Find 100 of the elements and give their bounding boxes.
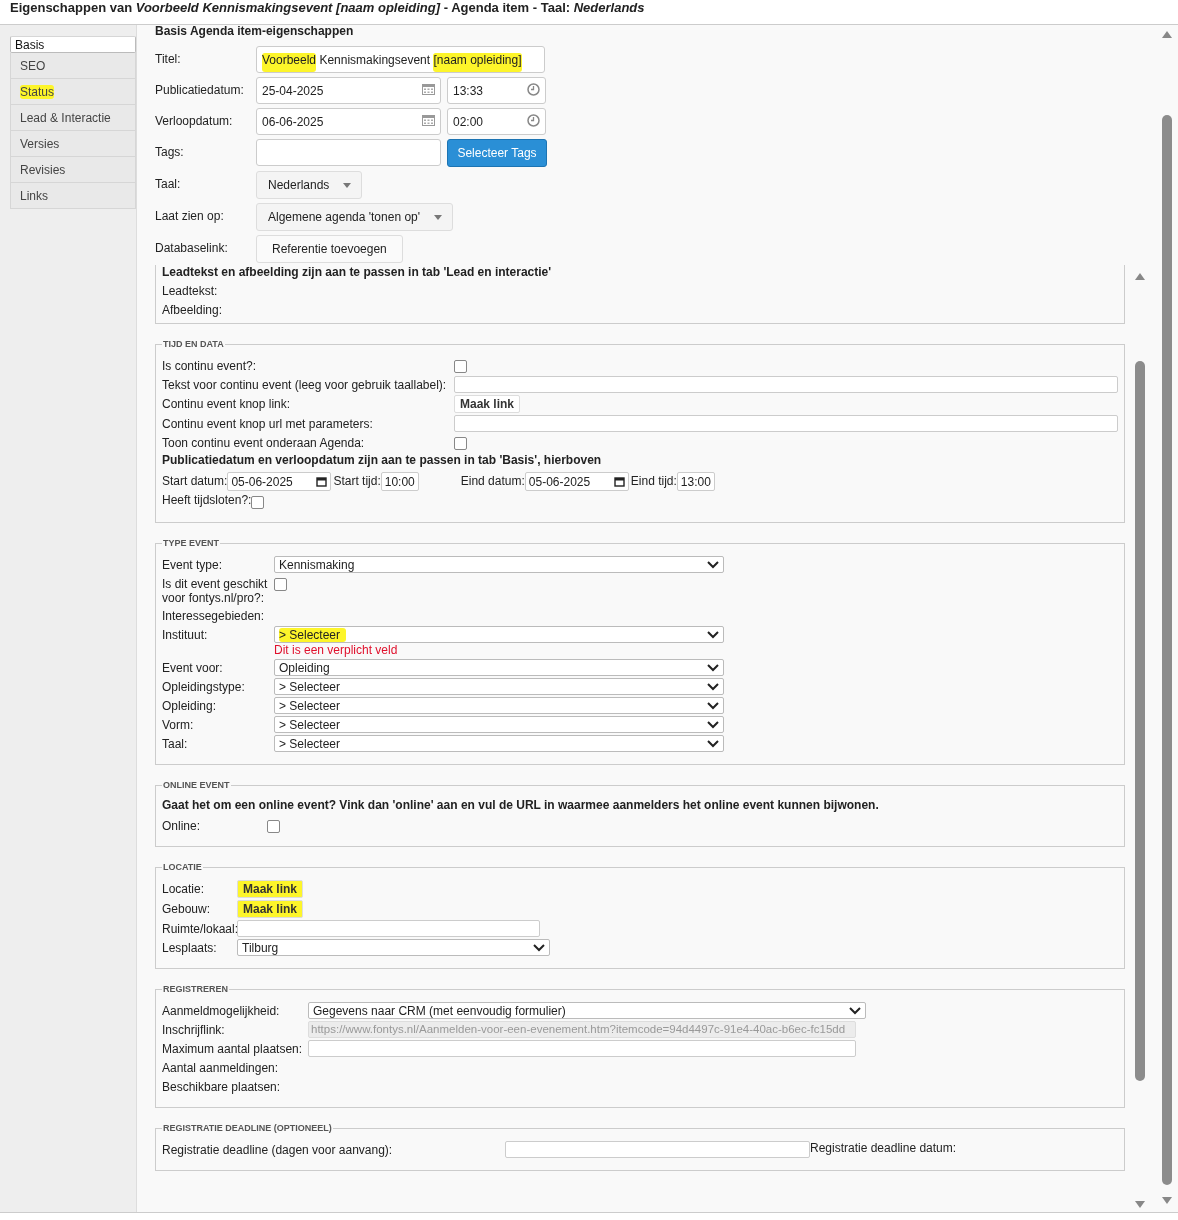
- time-field[interactable]: 13:00: [676, 472, 715, 491]
- section-legend: LOCATIE: [162, 862, 203, 872]
- section-legend: REGISTRATIE DEADLINE (OPTIONEEL): [162, 1123, 333, 1133]
- scroll-up-icon[interactable]: [1135, 273, 1145, 280]
- field-label: Opleiding:: [162, 698, 218, 713]
- field-label: Maximum aantal plaatsen:: [162, 1041, 304, 1056]
- select-field[interactable]: > Selecteer: [274, 626, 724, 643]
- add-reference-button[interactable]: Referentie toevoegen: [256, 235, 403, 263]
- field-label: Eind tijd:: [630, 473, 677, 488]
- section-legend: REGISTREREN: [162, 984, 229, 994]
- date-field[interactable]: 05-06-2025: [524, 472, 629, 491]
- section-note: Publicatiedatum en verloopdatum zijn aan te passen in tab 'Basis', hierboven: [162, 453, 603, 469]
- field-label: Event type:: [162, 557, 224, 572]
- section-legend: ONLINE EVENT: [162, 780, 231, 790]
- chevron-icon: [707, 682, 719, 691]
- field-label: Registratie deadline datum:: [810, 1141, 957, 1155]
- date-field[interactable]: 25-04-2025: [256, 77, 441, 104]
- clock-icon: [527, 114, 540, 127]
- select-field[interactable]: Kennismaking: [274, 556, 724, 573]
- field-label: Event voor:: [162, 660, 224, 675]
- field-label: Vorm:: [162, 717, 195, 732]
- field-label: Aantal aanmeldingen:: [162, 1060, 280, 1075]
- tags-field[interactable]: [256, 139, 441, 166]
- field-label: Databaselink:: [155, 240, 229, 255]
- field-label: Leadtekst:: [162, 284, 219, 298]
- scroll-up-icon[interactable]: [1162, 31, 1172, 38]
- field-label: Start datum:: [162, 473, 228, 488]
- field-label: Locatie:: [162, 881, 206, 896]
- text-field[interactable]: [454, 376, 1118, 393]
- section-legend: TYPE EVENT: [162, 538, 220, 548]
- chevron-icon: [707, 630, 719, 639]
- field-label: Laat zien op:: [155, 208, 225, 223]
- dropdown[interactable]: Nederlands: [256, 171, 363, 199]
- field-label: Taal:: [155, 176, 182, 191]
- field-label: Verloopdatum:: [155, 113, 234, 128]
- date-field[interactable]: 05-06-2025: [227, 472, 332, 491]
- sidebar-tab[interactable]: Versies: [10, 131, 136, 157]
- calendar-icon: [316, 476, 328, 487]
- field-label: Ruimte/lokaal:: [162, 921, 237, 936]
- scroll-down-icon[interactable]: [1162, 1197, 1172, 1204]
- select-tags-button[interactable]: Selecteer Tags: [447, 139, 547, 167]
- scroll-down-icon[interactable]: [1135, 1201, 1145, 1208]
- field-label: Is continu event?:: [162, 358, 258, 373]
- sidebar-tab[interactable]: SEO: [10, 53, 136, 79]
- calendar-icon: [422, 83, 435, 95]
- field-label: Toon continu event onderaan Agenda:: [162, 435, 366, 450]
- select-field[interactable]: > Selecteer: [274, 697, 724, 714]
- text-field[interactable]: [237, 920, 540, 937]
- checkbox[interactable]: [251, 496, 265, 509]
- chevron-icon: [707, 739, 719, 748]
- field-label: Start tijd:: [333, 473, 381, 488]
- lead-note: Leadtekst en afbeelding zijn aan te passen in tab 'Lead en interactie': [162, 265, 553, 279]
- caret-icon: [343, 183, 352, 188]
- field-label: Titel:: [155, 51, 182, 66]
- select-field[interactable]: Opleiding: [274, 659, 724, 676]
- field-label: Online:: [162, 818, 202, 833]
- field-label: Continu event knop url met parameters:: [162, 416, 374, 431]
- time-field[interactable]: 13:33: [447, 77, 546, 104]
- field-label: Registratie deadline (dagen voor aanvang):: [162, 1142, 394, 1157]
- checkbox[interactable]: [454, 437, 467, 450]
- sidebar-tab[interactable]: Basis: [10, 36, 136, 53]
- field-label: Publicatiedatum:: [155, 82, 245, 97]
- calendar-icon: [422, 114, 435, 126]
- make-link-button[interactable]: Maak link: [237, 880, 304, 898]
- field-label: Is dit event geschikt voor fontys.nl/pro?:: [162, 576, 269, 605]
- field-label: Aanmeldmogelijkheid:: [162, 1003, 281, 1018]
- chevron-icon: [707, 560, 719, 569]
- select-field[interactable]: > Selecteer: [274, 716, 724, 733]
- calendar-icon: [613, 476, 625, 487]
- sidebar-tab[interactable]: Status: [10, 79, 136, 105]
- title-field[interactable]: Voorbeeld Kennismakingsevent [naam opleiding]: [256, 46, 545, 73]
- field-label: Instituut:: [162, 627, 209, 642]
- chevron-icon: [707, 701, 719, 710]
- text-field[interactable]: [308, 1040, 856, 1057]
- select-field[interactable]: Gegevens naar CRM (met eenvoudig formulier): [308, 1002, 866, 1019]
- text-field[interactable]: [505, 1141, 810, 1158]
- make-link-button[interactable]: Maak link: [454, 395, 521, 413]
- dropdown[interactable]: Algemene agenda 'tonen op': [256, 203, 454, 231]
- checkbox[interactable]: [274, 578, 287, 591]
- field-label: Continu event knop link:: [162, 396, 292, 411]
- date-field[interactable]: 06-06-2025: [256, 108, 441, 135]
- section-legend: TIJD EN DATA: [162, 339, 225, 349]
- chevron-icon: [707, 720, 719, 729]
- select-field[interactable]: > Selecteer: [274, 735, 724, 752]
- select-field[interactable]: Tilburg: [237, 939, 550, 956]
- field-label: Heeft tijdsloten?:: [162, 493, 252, 507]
- field-label: Tekst voor continu event (leeg voor gebruik taallabel):: [162, 377, 448, 392]
- sidebar-tab[interactable]: Links: [10, 183, 136, 209]
- make-link-button[interactable]: Maak link: [237, 900, 304, 918]
- checkbox[interactable]: [454, 360, 467, 373]
- time-field[interactable]: 10:00: [380, 472, 419, 491]
- field-label: Gebouw:: [162, 901, 212, 916]
- caret-icon: [434, 215, 443, 220]
- field-label: Lesplaats:: [162, 940, 218, 955]
- select-field[interactable]: > Selecteer: [274, 678, 724, 695]
- sidebar-tab[interactable]: Revisies: [10, 157, 136, 183]
- text-field[interactable]: [454, 415, 1118, 432]
- sidebar-tab[interactable]: Lead & Interactie: [10, 105, 136, 131]
- checkbox[interactable]: [267, 820, 280, 833]
- time-field[interactable]: 02:00: [447, 108, 546, 135]
